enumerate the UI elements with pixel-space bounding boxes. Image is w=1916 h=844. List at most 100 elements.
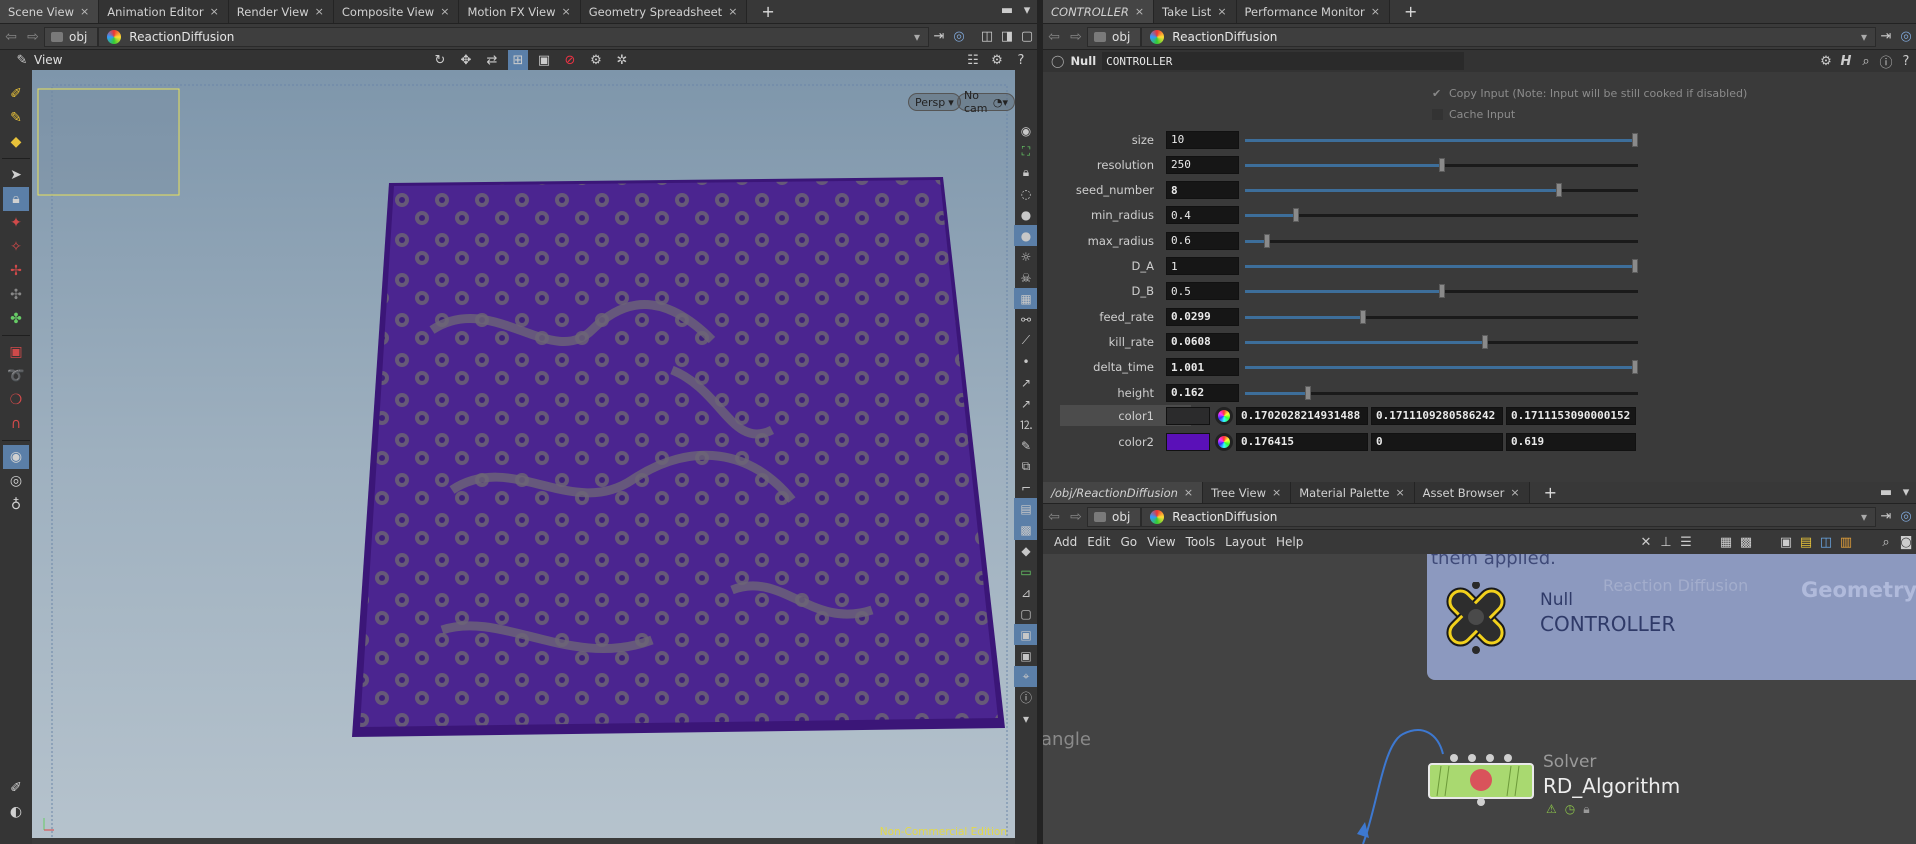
param-slider[interactable] [1245, 206, 1638, 224]
tab-asset-browser[interactable]: Asset Browser × [1414, 482, 1530, 503]
maximize-icon[interactable]: ▢ [1017, 27, 1037, 47]
close-icon[interactable]: × [315, 5, 324, 18]
select-mode-icon[interactable]: ▣ [534, 50, 554, 70]
menu-layout[interactable]: Layout [1220, 535, 1271, 549]
info-icon[interactable]: ⓘ [1014, 687, 1038, 708]
close-icon[interactable]: × [728, 5, 737, 18]
back-arrow-icon[interactable]: ⇦ [1043, 509, 1065, 525]
bulb-icon[interactable]: ☼ [1014, 246, 1038, 267]
move-tool-icon[interactable]: ✦ [3, 211, 29, 235]
forward-arrow-icon[interactable]: ⇨ [22, 29, 44, 45]
close-icon[interactable]: × [1184, 486, 1193, 499]
skull-icon[interactable]: ☠ [1014, 267, 1038, 288]
brush-tool-icon[interactable]: ✎ [3, 106, 29, 130]
gear-icon[interactable]: ⚙ [1816, 51, 1836, 71]
tab-geometry-spreadsheet[interactable]: Geometry Spreadsheet × [580, 0, 748, 23]
vector-icon[interactable]: ↗ [1014, 393, 1038, 414]
tumble-icon[interactable]: ↻ [430, 50, 450, 70]
slider-handle[interactable] [1632, 132, 1638, 147]
tree-icon[interactable]: ⊥ [1656, 532, 1676, 552]
persp-menu[interactable]: Persp ▾ [908, 93, 961, 111]
param-slider[interactable] [1245, 333, 1638, 351]
houdini-h-icon[interactable]: H [1836, 51, 1856, 71]
pose-tool-icon[interactable]: ✣ [3, 283, 29, 307]
param-slider[interactable] [1245, 358, 1638, 376]
clock-flag-icon[interactable]: ◷ [1565, 802, 1575, 817]
pane-menu-icon[interactable]: ▬ [1876, 482, 1896, 502]
magnet-icon[interactable]: ∩ [3, 412, 29, 436]
slider-handle[interactable] [1293, 208, 1300, 223]
transform-tool-icon[interactable]: ✤ [3, 307, 29, 331]
camera-view-icon[interactable]: ▦ [1014, 288, 1038, 309]
grid-icon[interactable]: ▦ [1716, 532, 1736, 552]
tab-take-list[interactable]: Take List × [1154, 0, 1237, 23]
pin-icon[interactable]: ⇥ [1876, 507, 1896, 527]
stop-icon[interactable]: ⊘ [560, 50, 580, 70]
slider-handle[interactable] [1304, 385, 1311, 400]
render-icon[interactable]: ✲ [612, 50, 632, 70]
copy-input-checkbox-row[interactable]: ✔ Copy Input (Note: Input will be still … [1432, 87, 1747, 100]
path-dropdown-icon[interactable]: ▾ [1861, 510, 1867, 524]
link-icon[interactable]: ◎ [1896, 507, 1916, 527]
tools-icon[interactable]: ✕ [1636, 532, 1656, 552]
filter-icon[interactable]: ⊿ [1014, 582, 1038, 603]
tab-tree-view[interactable]: Tree View × [1203, 482, 1292, 503]
color-wheel-icon[interactable] [1215, 406, 1233, 425]
layout-icon[interactable]: ◫ [977, 27, 997, 47]
path-dropdown-icon[interactable]: ▾ [914, 30, 920, 44]
normal-icon[interactable]: ↗ [1014, 372, 1038, 393]
rotate-tool-icon[interactable]: ✧ [3, 235, 29, 259]
close-icon[interactable]: × [1272, 486, 1281, 499]
color-component-b[interactable]: 0.1711153090000152 [1506, 406, 1636, 425]
pane-options-icon[interactable]: ▾ [1017, 0, 1037, 20]
box-select-icon[interactable]: ▣ [3, 340, 29, 364]
param-value-field[interactable]: 0.0299 [1166, 307, 1239, 326]
menu-help[interactable]: Help [1271, 535, 1308, 549]
network-editor[interactable]: them applied. Reaction Diffusion Geometr… [1043, 554, 1916, 844]
tab-performance-monitor[interactable]: Performance Monitor × [1236, 0, 1390, 23]
link-node-icon[interactable]: ⚯ [1014, 309, 1038, 330]
help-icon[interactable]: ? [1011, 50, 1031, 70]
display-icon[interactable]: ⚙ [586, 50, 606, 70]
viewport[interactable]: Persp ▾ No cam ◔▾ Non-Commercial Edition [32, 70, 1015, 844]
menu-tools[interactable]: Tools [1181, 535, 1221, 549]
camera-icon[interactable]: ⛶ [1014, 141, 1038, 162]
lock-icon[interactable]: 🔒︎ [1014, 162, 1038, 183]
target-icon[interactable]: ◎ [3, 469, 29, 493]
param-slider[interactable] [1245, 282, 1638, 300]
param-value-field[interactable]: 8 [1166, 181, 1239, 200]
path-context-crumb[interactable]: obj [1087, 506, 1142, 527]
add-tab-button-network[interactable]: + [1530, 482, 1572, 503]
dolly-icon[interactable]: ⇄ [482, 50, 502, 70]
close-icon[interactable]: × [1510, 486, 1519, 499]
camera-tool-icon[interactable]: ◉ [3, 445, 29, 469]
display-options-icon[interactable]: ☷ [963, 50, 983, 70]
path-context-crumb[interactable]: obj [44, 26, 99, 47]
split-icon[interactable]: ◨ [997, 27, 1017, 47]
help-icon[interactable]: ? [1896, 51, 1916, 71]
tab-animation-editor[interactable]: Animation Editor × [99, 0, 229, 23]
pane-menu-icon[interactable]: ▬ [997, 0, 1017, 20]
slider-handle[interactable] [1359, 309, 1366, 324]
param-slider[interactable] [1245, 232, 1638, 250]
eye-icon[interactable]: ◉ [1014, 120, 1038, 141]
camera-snap-icon[interactable]: ◙ [1896, 532, 1916, 552]
close-icon[interactable]: × [562, 5, 571, 18]
wire-icon[interactable]: ⟋ [1014, 330, 1038, 351]
link-icon[interactable]: ◎ [949, 27, 969, 47]
path-node-crumb[interactable]: ReactionDiffusion ▾ [1141, 26, 1876, 47]
square-icon[interactable]: ▢ [1014, 603, 1038, 624]
path-dropdown-icon[interactable]: ▾ [1861, 30, 1867, 44]
node-name-field[interactable]: CONTROLLER [1102, 52, 1465, 70]
sticky-note-icon[interactable]: ▤ [1796, 532, 1816, 552]
tab-scene-view[interactable]: Scene View × [0, 0, 100, 23]
grid-alt-icon[interactable]: ▩ [1736, 532, 1756, 552]
viewer-settings-icon[interactable]: ⚙ [987, 50, 1007, 70]
number-icon[interactable]: ⒓ [1014, 414, 1038, 435]
view-tool-icon[interactable]: ✎ [12, 50, 32, 70]
color-swatch[interactable] [1166, 406, 1210, 425]
search-icon[interactable]: ⌕ [1876, 532, 1896, 552]
image-icon[interactable]: ▣ [1776, 532, 1796, 552]
close-icon[interactable]: × [1135, 5, 1144, 18]
slider-handle[interactable] [1632, 259, 1638, 273]
